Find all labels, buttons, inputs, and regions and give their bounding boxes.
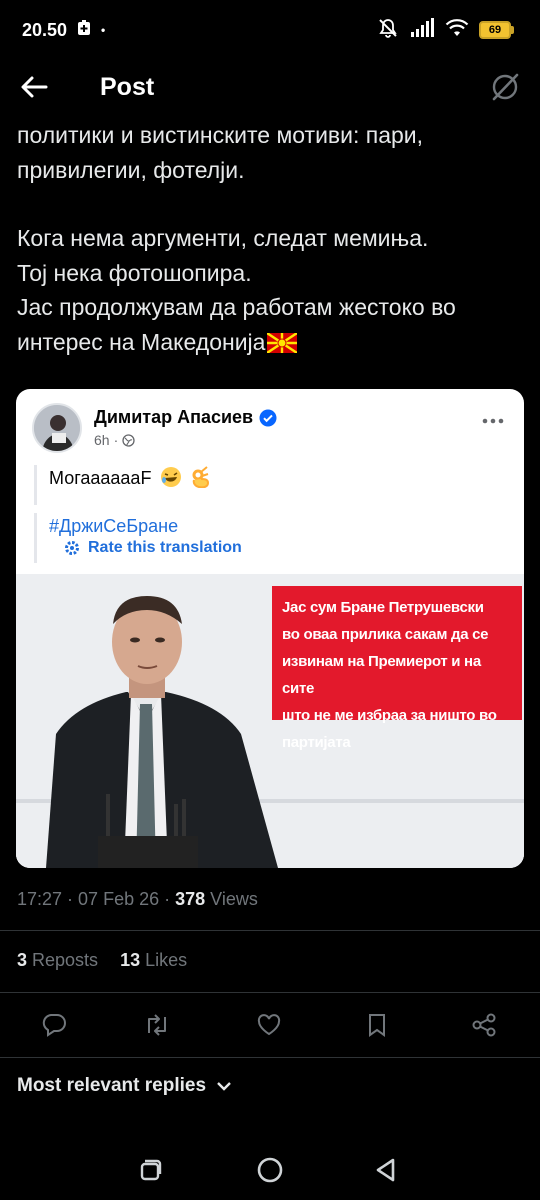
home-circle-icon: [257, 1157, 283, 1183]
recents-button[interactable]: [130, 1150, 170, 1190]
rofl-emoji-icon: [160, 466, 182, 495]
views-label: Views: [205, 889, 258, 909]
wifi-icon: [445, 18, 469, 43]
page-title: Post: [100, 72, 155, 101]
more-options-icon: [478, 411, 508, 431]
bell-muted-icon: [377, 17, 399, 44]
replies-sort-label: Most relevant replies: [17, 1075, 207, 1096]
meta-separator: ·: [159, 889, 176, 909]
share-button[interactable]: [464, 1005, 504, 1045]
recents-icon: [140, 1159, 162, 1181]
repost-button[interactable]: [137, 1005, 177, 1045]
image-caption-box: Јас сум Бране Петрушевски во оваа прилик…: [272, 586, 522, 751]
repost-icon: [148, 1014, 166, 1036]
globe-icon: [122, 433, 135, 447]
status-dot: •: [101, 23, 106, 37]
meta-separator: ·: [62, 889, 79, 909]
share-icon: [472, 1013, 496, 1037]
verified-badge-icon: [259, 409, 277, 426]
reply-button[interactable]: [34, 1005, 74, 1045]
image-caption-line: во оваа прилика сакам да се: [282, 626, 489, 643]
ok-hand-emoji-icon: [191, 466, 211, 495]
system-nav-bar: [0, 1140, 540, 1200]
back-button[interactable]: [20, 67, 60, 107]
battery-icon: 69: [479, 21, 514, 39]
post-line: интерес на Македонија: [17, 328, 266, 355]
quoted-author: Димитар Апасиев: [94, 407, 254, 427]
reposts-link[interactable]: 3 Reposts: [17, 950, 98, 971]
post-line: Тој нека фотошопира.: [17, 259, 252, 286]
quoted-text: МогааааааF: [49, 468, 152, 488]
post-line: привилегии, фотелји.: [17, 156, 245, 183]
quoted-post-image[interactable]: Димитар Апасиев 6h · МогааааааF #ДржиСеБ…: [16, 389, 524, 868]
reposts-label: Reposts: [27, 950, 99, 970]
post-line: Кога нема аргументи, следат мемиња.: [17, 225, 429, 251]
post-date: 07 Feb 26: [78, 889, 160, 909]
image-caption-line: партијата: [282, 734, 351, 751]
likes-count: 13: [120, 950, 141, 970]
status-time: 20.50: [22, 19, 68, 40]
post-time: 17:27: [17, 889, 63, 909]
post-text: политики и вистинските мотиви: пари, при…: [17, 118, 523, 362]
battery-level: 69: [479, 21, 511, 39]
chevron-down-icon: [217, 1082, 231, 1091]
bookmark-button[interactable]: [357, 1005, 397, 1045]
post-line: Јас продолжувам да работам жестоко во: [17, 294, 456, 320]
action-bar: [0, 1005, 540, 1045]
reposts-count: 3: [17, 950, 28, 970]
post-timestamp: 17:27 · 07 Feb 26 · 378 Views: [17, 889, 258, 910]
arrow-left-icon: [21, 76, 48, 98]
image-caption-line: извинам на Премиерот и на сите: [282, 653, 481, 697]
back-triangle-icon: [376, 1158, 395, 1182]
heart-icon: [257, 1014, 281, 1036]
divider: [0, 992, 540, 993]
image-caption-line: Јас сум Бране Петрушевски: [282, 599, 484, 616]
post-line: политики и вистинските мотиви: пари,: [17, 122, 424, 148]
avatar: [32, 403, 82, 453]
likes-link[interactable]: 13 Likes: [120, 950, 187, 971]
quoted-sep: ·: [113, 432, 119, 448]
quoted-text-block: МогааааааF: [34, 465, 334, 505]
rate-translation[interactable]: Rate this translation: [64, 539, 242, 557]
quoted-hashtag[interactable]: #ДржиСеБране: [49, 516, 178, 536]
grok-button[interactable]: [488, 70, 522, 104]
gear-icon: [65, 541, 79, 555]
divider: [0, 930, 540, 931]
bookmark-icon: [369, 1014, 385, 1037]
likes-label: Likes: [140, 950, 188, 970]
divider: [0, 1057, 540, 1058]
post-header: Post: [0, 62, 540, 112]
views-count: 378: [175, 889, 206, 909]
post-stats: 3 Reposts 13 Likes: [17, 950, 187, 971]
rate-translation-label: Rate this translation: [88, 539, 242, 556]
macedonia-flag-icon: [266, 328, 299, 363]
back-nav-button[interactable]: [366, 1150, 406, 1190]
comment-icon: [42, 1014, 66, 1037]
notification-icon: [77, 19, 91, 41]
replies-sort-dropdown[interactable]: Most relevant replies: [17, 1075, 232, 1097]
image-caption-line: што не ме избраа за ништо во: [282, 707, 497, 724]
home-button[interactable]: [250, 1150, 290, 1190]
status-bar: 20.50 • 69: [0, 0, 540, 60]
grok-icon: [492, 73, 519, 101]
press-photo: Јас сум Бране Петрушевски во оваа прилик…: [16, 574, 524, 868]
like-button[interactable]: [249, 1005, 289, 1045]
signal-icon: [409, 17, 435, 43]
quoted-time: 6h: [94, 432, 110, 448]
